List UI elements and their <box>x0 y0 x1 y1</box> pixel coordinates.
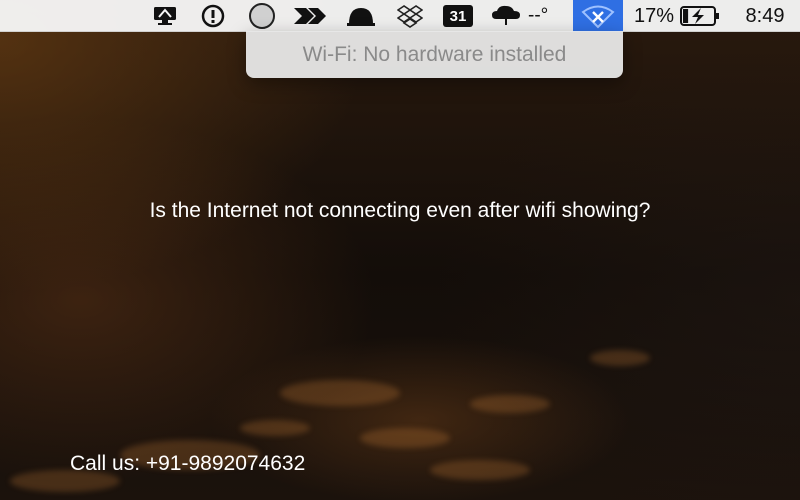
temperature-readout: --° <box>528 5 549 26</box>
wifi-menu-button[interactable] <box>573 0 623 32</box>
battery-status[interactable]: 17% <box>631 0 723 32</box>
empty-circle-icon[interactable] <box>246 0 278 32</box>
calendar-day: 31 <box>443 5 473 27</box>
info-circle-icon[interactable] <box>198 0 228 32</box>
wifi-icon <box>581 5 615 29</box>
display-sync-icon[interactable] <box>148 0 182 32</box>
dropbox-icon[interactable] <box>394 0 426 32</box>
battery-percent: 17% <box>633 4 675 27</box>
weather-cloud-icon <box>492 5 520 25</box>
menu-bar: 31 --° 17% 8:49 <box>0 0 800 32</box>
bell-icon[interactable] <box>342 0 380 32</box>
headline-text: Is the Internet not connecting even afte… <box>149 199 651 222</box>
calendar-icon[interactable]: 31 <box>441 0 475 32</box>
menubar-clock[interactable]: 8:49 <box>735 0 795 32</box>
wifi-status-item: Wi-Fi: No hardware installed <box>302 42 567 66</box>
battery-charging-icon <box>680 6 720 26</box>
double-arrow-icon[interactable] <box>290 0 330 32</box>
clock-text: 8:49 <box>745 4 785 27</box>
weather-widget[interactable]: --° <box>490 0 568 32</box>
wifi-dropdown-menu: Wi-Fi: No hardware installed <box>246 31 623 78</box>
contact-phone-text: Call us: +91-9892074632 <box>70 452 306 475</box>
